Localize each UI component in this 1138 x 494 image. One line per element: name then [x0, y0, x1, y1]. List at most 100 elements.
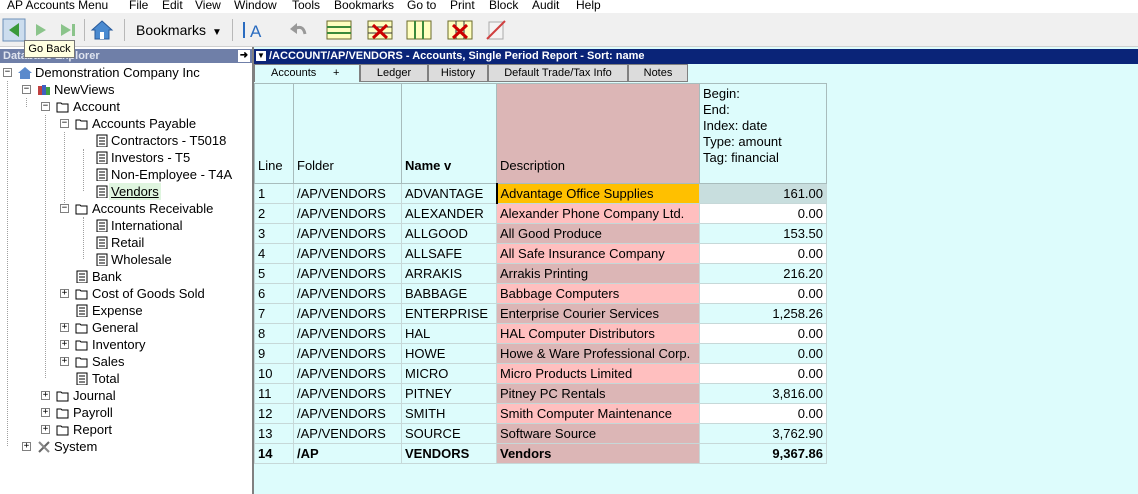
cell-name[interactable]: ALEXANDER [401, 203, 497, 224]
cell-amount[interactable]: 1,258.26 [699, 303, 827, 324]
forward-end-arrow-icon[interactable] [56, 18, 80, 42]
tab-ledger[interactable]: Ledger [360, 64, 428, 82]
cell-folder[interactable]: /AP [293, 443, 402, 464]
tab-add-icon[interactable]: + [333, 65, 339, 81]
home-icon[interactable] [90, 18, 114, 42]
tab-default-trade-tax[interactable]: Default Trade/Tax Info [488, 64, 628, 82]
collapse-icon[interactable]: − [22, 85, 31, 94]
cell-description[interactable]: Arrakis Printing [496, 263, 700, 284]
table-row[interactable]: 12 /AP/VENDORS SMITH Smith Computer Main… [254, 403, 827, 424]
cell-description[interactable]: All Good Produce [496, 223, 700, 244]
expand-icon[interactable]: + [22, 442, 31, 451]
cell-amount[interactable]: 3,816.00 [699, 383, 827, 404]
cell-line[interactable]: 3 [254, 223, 294, 244]
table-row[interactable]: 9 /AP/VENDORS HOWE Howe & Ware Professio… [254, 343, 827, 364]
expand-icon[interactable]: + [41, 425, 50, 434]
cell-name[interactable]: ALLSAFE [401, 243, 497, 264]
cell-name[interactable]: SOURCE [401, 423, 497, 444]
table-row[interactable]: 4 /AP/VENDORS ALLSAFE All Safe Insurance… [254, 243, 827, 264]
menu-file[interactable]: File [129, 0, 148, 12]
cell-name[interactable]: HAL [401, 323, 497, 344]
edit-disabled-icon[interactable] [484, 18, 508, 42]
cell-line[interactable]: 14 [254, 443, 294, 464]
cell-description[interactable]: Alexander Phone Company Ltd. [496, 203, 700, 224]
expand-icon[interactable]: + [60, 357, 69, 366]
table-row[interactable]: 1 /AP/VENDORS ADVANTAGE Advantage Office… [254, 183, 827, 204]
cell-name[interactable]: ADVANTAGE [401, 183, 497, 204]
undo-icon[interactable] [287, 18, 311, 42]
menu-window[interactable]: Window [234, 0, 277, 12]
column-header-line[interactable]: Line [254, 83, 294, 184]
table-row[interactable]: 11 /AP/VENDORS PITNEY Pitney PC Rentals … [254, 383, 827, 404]
cell-amount[interactable]: 0.00 [699, 363, 827, 384]
cell-folder[interactable]: /AP/VENDORS [293, 283, 402, 304]
cell-line[interactable]: 4 [254, 243, 294, 264]
cell-description[interactable]: Enterprise Courier Services [496, 303, 700, 324]
cell-name[interactable]: MICRO [401, 363, 497, 384]
menu-edit[interactable]: Edit [162, 0, 183, 12]
menu-audit[interactable]: Audit [532, 0, 559, 12]
table-row[interactable]: 5 /AP/VENDORS ARRAKIS Arrakis Printing 2… [254, 263, 827, 284]
tab-accounts[interactable]: Accounts + [254, 64, 360, 82]
cell-amount[interactable]: 153.50 [699, 223, 827, 244]
cell-line[interactable]: 10 [254, 363, 294, 384]
menu-bookmarks[interactable]: Bookmarks [334, 0, 394, 12]
cell-name[interactable]: SMITH [401, 403, 497, 424]
menu-app-title[interactable]: AP Accounts Menu [7, 0, 108, 12]
cell-line[interactable]: 6 [254, 283, 294, 304]
menu-view[interactable]: View [195, 0, 221, 12]
collapse-icon[interactable]: − [3, 68, 12, 77]
menu-goto[interactable]: Go to [407, 0, 436, 12]
cell-folder[interactable]: /AP/VENDORS [293, 303, 402, 324]
cell-folder[interactable]: /AP/VENDORS [293, 263, 402, 284]
cell-folder[interactable]: /AP/VENDORS [293, 243, 402, 264]
menu-print[interactable]: Print [450, 0, 475, 12]
cell-amount[interactable]: 0.00 [699, 243, 827, 264]
bookmarks-dropdown[interactable]: Bookmarks ▼ [130, 20, 222, 40]
table-row[interactable]: 13 /AP/VENDORS SOURCE Software Source 3,… [254, 423, 827, 444]
cell-name[interactable]: VENDORS [401, 443, 497, 464]
menu-tools[interactable]: Tools [292, 0, 320, 12]
cell-description[interactable]: Babbage Computers [496, 283, 700, 304]
column-header-name[interactable]: Name v [401, 83, 497, 184]
table-row[interactable]: 2 /AP/VENDORS ALEXANDER Alexander Phone … [254, 203, 827, 224]
cell-line[interactable]: 12 [254, 403, 294, 424]
cell-description[interactable]: HAL Computer Distributors [496, 323, 700, 344]
tab-notes[interactable]: Notes [628, 64, 688, 82]
cell-amount[interactable]: 0.00 [699, 343, 827, 364]
cell-line[interactable]: 9 [254, 343, 294, 364]
cell-line[interactable]: 5 [254, 263, 294, 284]
cell-amount[interactable]: 0.00 [699, 283, 827, 304]
table-row[interactable]: 7 /AP/VENDORS ENTERPRISE Enterprise Cour… [254, 303, 827, 324]
collapse-icon[interactable]: − [60, 204, 69, 213]
cell-name[interactable]: HOWE [401, 343, 497, 364]
expand-icon[interactable]: + [60, 340, 69, 349]
cell-description[interactable]: Smith Computer Maintenance [496, 403, 700, 424]
delete-row-icon[interactable] [367, 18, 393, 42]
cell-folder[interactable]: /AP/VENDORS [293, 183, 402, 204]
expand-icon[interactable]: + [60, 323, 69, 332]
collapse-icon[interactable]: − [41, 102, 50, 111]
cell-line[interactable]: 1 [254, 183, 294, 204]
collapse-icon[interactable]: − [60, 119, 69, 128]
text-cursor-icon[interactable]: A [240, 18, 264, 42]
cell-name[interactable]: ARRAKIS [401, 263, 497, 284]
table-row[interactable]: 10 /AP/VENDORS MICRO Micro Products Limi… [254, 363, 827, 384]
delete-column-icon[interactable] [447, 18, 473, 42]
cell-folder[interactable]: /AP/VENDORS [293, 363, 402, 384]
cell-folder[interactable]: /AP/VENDORS [293, 423, 402, 444]
forward-arrow-icon[interactable] [31, 18, 55, 42]
table-row[interactable]: 6 /AP/VENDORS BABBAGE Babbage Computers … [254, 283, 827, 304]
cell-description[interactable]: Howe & Ware Professional Corp. [496, 343, 700, 364]
cell-description[interactable]: Micro Products Limited [496, 363, 700, 384]
cell-line[interactable]: 11 [254, 383, 294, 404]
cell-folder[interactable]: /AP/VENDORS [293, 343, 402, 364]
cell-folder[interactable]: /AP/VENDORS [293, 323, 402, 344]
expand-icon[interactable]: + [41, 408, 50, 417]
column-header-folder[interactable]: Folder [293, 83, 402, 184]
pin-icon[interactable]: ➜ [238, 50, 250, 62]
total-row[interactable]: 14 /AP VENDORS Vendors 9,367.86 [254, 443, 827, 464]
cell-name[interactable]: BABBAGE [401, 283, 497, 304]
cell-description[interactable]: Pitney PC Rentals [496, 383, 700, 404]
cell-line[interactable]: 13 [254, 423, 294, 444]
